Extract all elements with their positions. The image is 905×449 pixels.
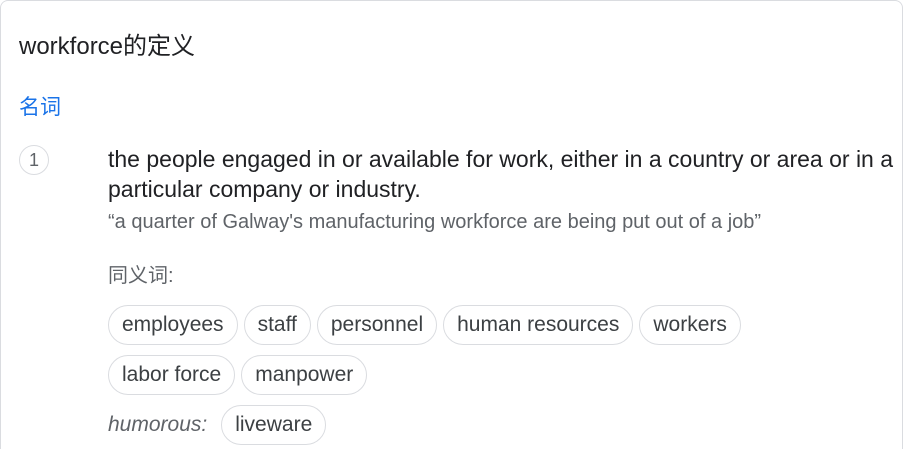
synonym-chip-human-resources[interactable]: human resources: [443, 305, 634, 345]
synonym-chip-personnel[interactable]: personnel: [316, 305, 438, 345]
page-title: workforce的定义: [19, 33, 196, 60]
synonym-chip-manpower[interactable]: manpower: [241, 355, 368, 395]
synonym-chip-labor-force[interactable]: labor force: [108, 355, 236, 395]
synonym-chip-row: employees staff personnel human resource…: [108, 305, 741, 345]
register-synonym-row: humorous: liveware: [108, 405, 327, 445]
register-label: humorous:: [108, 413, 208, 436]
synonym-chip-employees[interactable]: employees: [108, 305, 238, 345]
synonym-chip-row: labor force manpower: [108, 355, 368, 395]
example-sentence: “a quarter of Galway's manufacturing wor…: [108, 211, 762, 233]
sense-number-badge: 1: [19, 145, 49, 175]
dictionary-card: workforce的定义 名词 1 the people engaged in …: [0, 0, 903, 449]
synonym-chip-workers[interactable]: workers: [639, 305, 741, 345]
synonym-chip-liveware[interactable]: liveware: [221, 405, 327, 445]
definition-text: the people engaged in or available for w…: [108, 146, 894, 202]
synonym-chip-staff[interactable]: staff: [243, 305, 311, 345]
part-of-speech-label: 名词: [19, 96, 61, 119]
synonyms-label: 同义词:: [108, 265, 174, 287]
